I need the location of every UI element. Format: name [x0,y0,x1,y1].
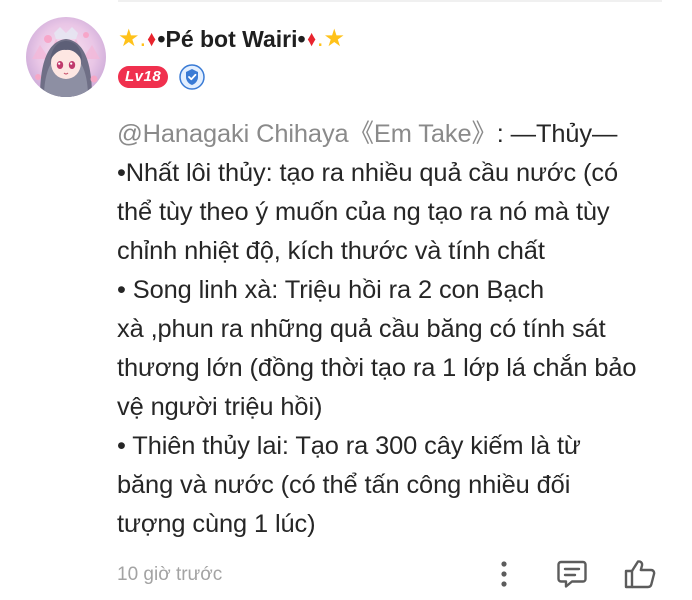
reply-button[interactable] [552,556,592,592]
comment-body: @Hanagaki Chihaya《Em Take》: —Thủy— •Nhất… [117,115,677,544]
comment-line: •Nhất lôi thủy: tạo ra nhiều quả cầu nướ… [117,159,618,187]
comment-line: thương lớn (đồng thời tạo ra 1 lớp lá ch… [117,354,637,382]
comment-line: xà ,phun ra những quả cầu băng có tính s… [117,315,606,343]
level-badge: Lv18 [118,66,169,88]
nickname-prefix: ★. [118,25,147,52]
comment-header: ★. ♦ •Pé bot Wairi• ♦ .★ [118,21,345,57]
comment-icon [557,560,587,588]
comment-actions [486,556,662,592]
more-vertical-icon [501,561,507,587]
like-button[interactable] [620,556,660,592]
comment-line: • Song linh xà: Triệu hồi ra 2 con Bạch [117,276,545,304]
divider [118,0,662,2]
comment-line: tượng cùng 1 lúc) [117,510,316,538]
comment-card: ★. ♦ •Pé bot Wairi• ♦ .★ Lv18 @Hanagaki … [0,0,692,600]
more-button[interactable] [494,556,514,592]
comment-line: thể tùy theo ý muốn của ng tạo ra nó mà … [117,198,610,226]
comment-text: : —Thủy— [496,120,618,148]
diamond-icon: ♦ [147,26,157,51]
username[interactable]: •Pé bot Wairi• [157,26,305,53]
avatar[interactable] [26,17,106,97]
comment-line: băng và nước (có thể tấn công nhiều đối [117,471,571,499]
comment-line: vệ người triệu hồi) [117,393,323,421]
nickname-suffix: .★ [316,25,345,52]
anime-girl-avatar-icon [26,17,106,97]
mention-link[interactable]: @Hanagaki Chihaya《Em Take》 [117,120,497,148]
comment-line: chỉnh nhiệt độ, kích thước và tính chất [117,237,545,265]
timestamp: 10 giờ trước [117,564,223,585]
diamond-icon: ♦ [306,26,316,51]
comment-footer: 10 giờ trước [117,560,222,590]
user-meta: Lv18 [118,64,205,90]
comment-line: @Hanagaki Chihaya《Em Take》: —Thủy— [117,115,677,154]
comment-line: • Thiên thủy lai: Tạo ra 300 cây kiếm là… [117,432,581,460]
thumbs-up-icon [624,560,656,589]
verified-shield-icon [179,64,205,90]
